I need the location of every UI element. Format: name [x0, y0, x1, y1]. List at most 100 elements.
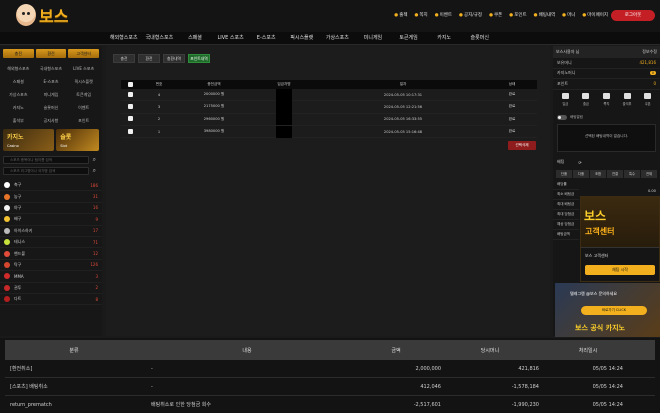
cart-row-label: 최대 당첨금 [557, 211, 575, 216]
money-label: 보유머니 [557, 59, 572, 65]
bet-alert-toggle[interactable]: 배팅알림 [557, 115, 656, 121]
deposit-button[interactable]: 충전 [3, 49, 34, 58]
tab-deposit[interactable]: 충전 [113, 54, 135, 63]
chat-start-button[interactable]: 채팅 시작 [585, 265, 655, 275]
top-link-message[interactable]: ●쪽지 [414, 12, 427, 18]
sport-item-handball[interactable]: 핸드볼 12 [0, 248, 102, 260]
top-link-bet-history[interactable]: ●배팅내역 [534, 12, 556, 18]
top-link-coupon[interactable]: ●쿠폰 [489, 12, 502, 18]
slot-banner[interactable]: 슬롯 Slot [56, 129, 99, 151]
checkbox-icon [127, 116, 133, 122]
tab-point-history[interactable]: 포인트내역 [188, 54, 210, 63]
sport-item-boxing[interactable]: 권투 2 [0, 283, 102, 294]
casino-banner[interactable]: 카지노 Casino [3, 129, 55, 151]
withdraw-button[interactable]: 환전 [35, 49, 67, 58]
delete-selected-button[interactable]: 선택삭제 [508, 141, 536, 150]
nav-item[interactable]: 가상스포츠 [320, 32, 356, 44]
select-all-checkbox[interactable] [121, 81, 139, 88]
top-link-event[interactable]: ●이벤트 [435, 12, 452, 18]
top-link-point[interactable]: ●포인트 [509, 12, 526, 18]
message-icon-button[interactable]: 쪽지 [599, 92, 613, 109]
row-checkbox[interactable] [121, 91, 139, 98]
row-checkbox[interactable] [121, 116, 139, 122]
cart-type-button[interactable]: 특수 [624, 169, 640, 178]
sport-item-tennis[interactable]: 테니스 71 [0, 237, 102, 249]
sport-item-baseball[interactable]: 야구 16 [0, 203, 102, 215]
deposit-icon-button[interactable]: 입금 [558, 92, 572, 109]
left-menu-item[interactable]: 픽시스플랫 [67, 75, 100, 88]
left-menu-item[interactable]: 카지노 [2, 101, 35, 114]
table-row: 1 3980000 원 2024-05-05 15:16:48 완료 [121, 125, 537, 139]
top-link-mypage[interactable]: ●마이페이지 [582, 12, 608, 18]
left-menu-item[interactable]: 출석부 [2, 114, 35, 127]
left-menu-item[interactable]: 국내형스포츠 [35, 62, 68, 75]
sport-name: 축구 [14, 182, 22, 188]
top-link-notice[interactable]: ●공지/규정 [459, 12, 482, 18]
cart-type-button[interactable]: 전체 [641, 169, 657, 178]
nav-item[interactable]: 스페셜 [177, 32, 213, 44]
tab-history[interactable]: 충환내역 [163, 54, 185, 63]
sport-item-darts[interactable]: 다트 8 [0, 294, 102, 306]
point-line: 포인트 0 [553, 79, 660, 90]
edit-info-link[interactable]: 정보수정 [642, 49, 657, 55]
baseball-icon [4, 204, 10, 211]
cart-type-button[interactable]: 조합 [590, 169, 606, 178]
top-link-money[interactable]: ●머니 [562, 12, 575, 18]
nav-item[interactable]: E-스포츠 [248, 32, 284, 44]
left-menu-item[interactable]: 공지사항 [35, 114, 68, 127]
support-button[interactable]: 고객센터 [68, 49, 100, 58]
search-icon[interactable]: ⌕ [93, 167, 96, 174]
nav-item[interactable]: 미니게임 [355, 32, 391, 44]
checkbox-icon [127, 91, 133, 97]
coupon-icon-button[interactable]: 쿠폰 [641, 92, 655, 109]
slot-banner-sub: Slot [60, 144, 67, 148]
sport-item-volleyball[interactable]: 배구 9 [0, 214, 102, 226]
sport-item-hockey[interactable]: 아이스하키 17 [0, 226, 102, 237]
left-menu-item[interactable]: 해외형스포츠 [2, 62, 35, 75]
logout-button[interactable]: 로그아웃 [611, 10, 655, 21]
top-link-attendance[interactable]: ●출첵 [394, 12, 407, 18]
telegram-promo-banner[interactable]: 텔레그램 @보스 문의하세요 바로가기 CLICK 보스 공식 카지노 [555, 283, 660, 337]
cart-type-button[interactable]: 연결 [607, 169, 623, 178]
left-menu-item[interactable]: LIVE 스포츠 [67, 62, 100, 75]
sport-item-table-tennis[interactable]: 탁구 126 [0, 260, 102, 272]
team-search-input[interactable]: 스포츠 종목이나 팀이름 검색 ⌕ [3, 156, 96, 164]
cart-type-button[interactable]: 단폴 [556, 169, 572, 178]
refresh-icon[interactable]: ⟳ [578, 160, 581, 165]
left-menu-item[interactable]: 토큰게임 [67, 88, 100, 101]
league-search-input[interactable]: 스포츠 리그명이나 국가명 검색 ⌕ [3, 167, 96, 175]
left-menu-item[interactable]: 스페셜 [2, 75, 35, 88]
withdraw-icon-button[interactable]: 출금 [579, 92, 593, 109]
site-logo[interactable]: 보스 [16, 3, 68, 27]
left-menu-item[interactable]: 가상스포츠 [2, 88, 35, 101]
telegram-go-button[interactable]: 바로가기 CLICK [581, 306, 647, 315]
left-menu-item[interactable]: 이벤트 [67, 101, 100, 114]
dart-icon [4, 296, 10, 303]
nav-item[interactable]: 슬롯머신 [462, 32, 498, 44]
sport-item-basketball[interactable]: 농구 31 [0, 191, 102, 203]
nav-item[interactable]: 해외형스포츠 [106, 32, 142, 44]
left-menu-item[interactable]: 포인트 [67, 114, 100, 127]
nav-item[interactable]: 카지노 [426, 32, 462, 44]
nav-item[interactable]: 토큰게임 [391, 32, 427, 44]
nav-item[interactable]: LIVE 스포츠 [213, 32, 249, 44]
row-number: 4 [157, 92, 161, 97]
left-menu-item[interactable]: E-스포츠 [35, 75, 68, 88]
row-checkbox[interactable] [121, 103, 139, 110]
row-checkbox[interactable] [121, 128, 139, 135]
left-menu-item[interactable]: 슬롯머신 [35, 101, 68, 114]
log-balance: 421,816 [518, 365, 539, 372]
row-depositor-redacted [249, 100, 319, 113]
sport-item-soccer[interactable]: 축구 186 [0, 180, 102, 192]
cart-type-button[interactable]: 다폴 [573, 169, 589, 178]
sport-item-mma[interactable]: MMA 3 [0, 271, 102, 283]
nav-item[interactable]: 픽시스플랫 [284, 32, 320, 44]
tab-withdraw[interactable]: 환전 [138, 54, 160, 63]
search-icon[interactable]: ⌕ [93, 156, 96, 163]
nav-item[interactable]: 국내형스포츠 [142, 32, 178, 44]
log-content: 배팅취소로 인한 당첨금 회수 [151, 402, 211, 408]
casino-money-value[interactable]: 0 [649, 71, 656, 76]
money-line: 보유머니 421,816 [553, 58, 660, 69]
attendance-icon-button[interactable]: 출석부 [620, 92, 634, 109]
left-menu-item[interactable]: 미니게임 [35, 88, 68, 101]
